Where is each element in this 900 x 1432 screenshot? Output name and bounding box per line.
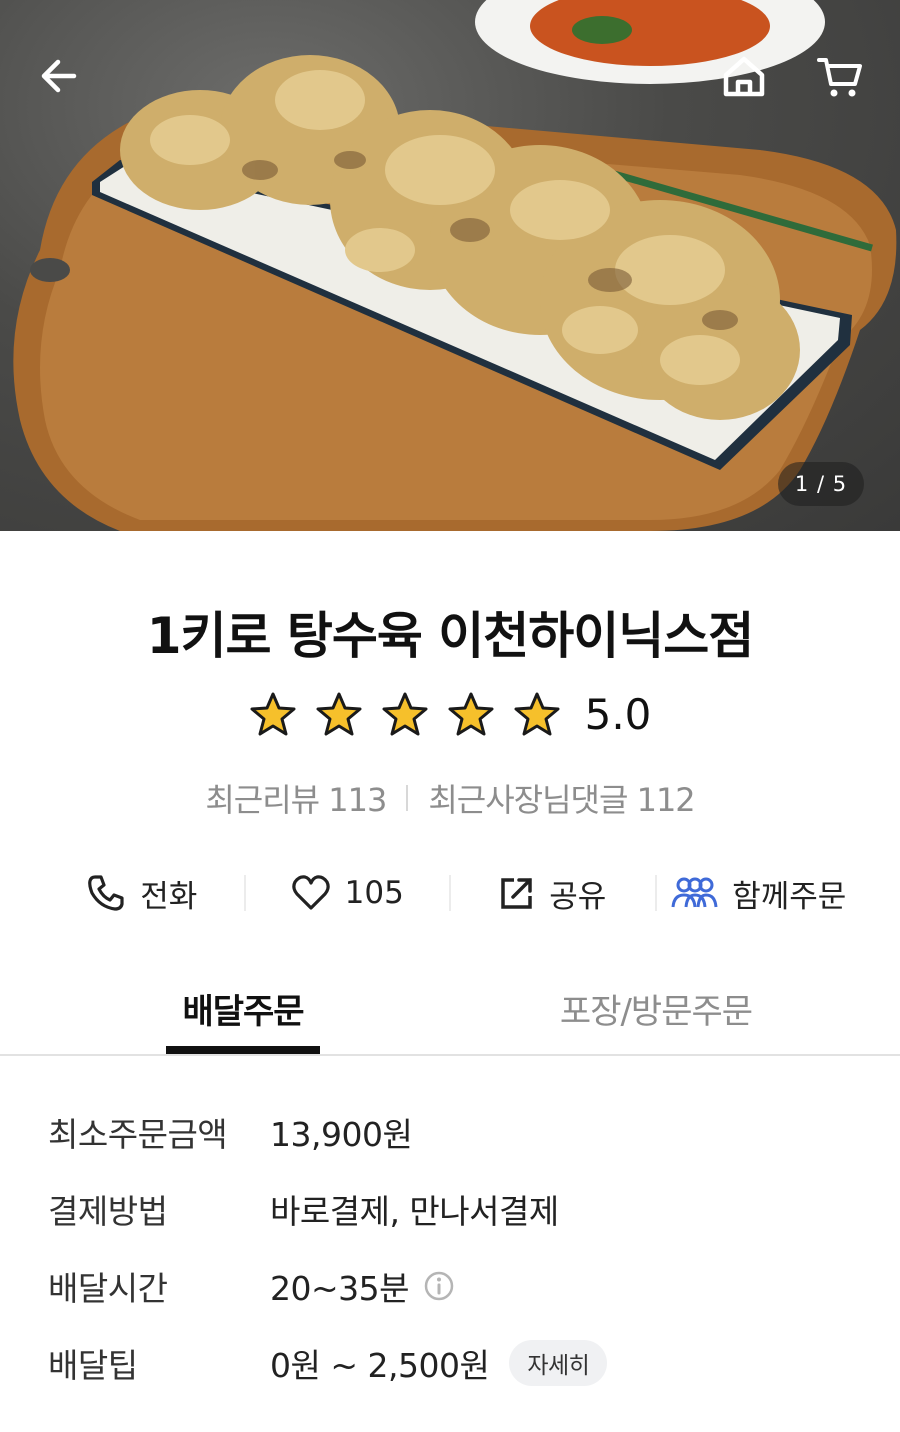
info-icon[interactable] (423, 1270, 455, 1302)
tab-delivery-order[interactable]: 배달주문 (166, 984, 320, 1033)
owner-comments-link[interactable]: 최근사장님댓글 112 (428, 775, 695, 821)
delivery-time-value: 20~35분 (270, 1269, 410, 1308)
star-icon (448, 692, 494, 735)
arrow-left-icon (41, 59, 77, 93)
group-order-label: 함께주문 (732, 878, 847, 915)
divider (406, 785, 409, 811)
delivery-time-label: 배달시간 (48, 1269, 168, 1308)
tab-pickup-order[interactable]: 포장/방문주문 (520, 984, 792, 1033)
min-order-value: 13,900원 (270, 1115, 413, 1154)
delivery-tip-label: 배달팁 (48, 1346, 138, 1385)
home-icon (723, 56, 765, 97)
payment-row: 결제방법 바로결제, 만나서결제 (48, 1185, 868, 1262)
order-type-tabs: 배달주문 포장/방문주문 (0, 976, 900, 1056)
phone-icon (88, 875, 124, 911)
like-count: 105 (344, 875, 404, 911)
star-icon (316, 692, 362, 735)
store-name: 1키로 탕수육 이천하이닉스점 (146, 607, 755, 665)
active-tab-indicator (166, 1046, 320, 1054)
share-button[interactable]: 공유 (451, 871, 655, 916)
star-rating (249, 691, 561, 739)
back-button[interactable] (32, 48, 88, 104)
hero-image-carousel[interactable]: 1 / 5 (0, 0, 900, 531)
rating-value: 5.0 (584, 690, 652, 739)
action-bar: 전화 105 공유 함께주문 (40, 860, 860, 926)
delivery-tip-detail-button[interactable]: 자세히 (509, 1340, 608, 1386)
delivery-info: 최소주문금액 13,900원 결제방법 바로결제, 만나서결제 배달시간 20~… (48, 1108, 868, 1416)
delivery-tip-row: 배달팁 0원 ~ 2,500원 자세히 (48, 1339, 868, 1416)
recent-reviews-link[interactable]: 최근리뷰 113 (205, 775, 387, 821)
group-order-button[interactable]: 함께주문 (657, 871, 861, 916)
call-label: 전화 (140, 878, 198, 915)
image-counter: 1 / 5 (778, 462, 864, 506)
share-icon (501, 878, 532, 909)
group-icon (671, 877, 718, 908)
call-button[interactable]: 전화 (40, 871, 244, 916)
star-icon (250, 692, 296, 735)
cart-button[interactable] (812, 48, 868, 104)
delivery-time-row: 배달시간 20~35분 (48, 1262, 868, 1339)
min-order-row: 최소주문금액 13,900원 (48, 1108, 868, 1185)
rating-row: 5.0 (0, 690, 900, 739)
heart-icon (291, 875, 330, 910)
cart-icon (817, 58, 862, 97)
review-summary: 최근리뷰 113 최근사장님댓글 112 (0, 775, 900, 821)
min-order-label: 최소주문금액 (48, 1115, 228, 1154)
payment-value: 바로결제, 만나서결제 (270, 1192, 559, 1231)
like-button[interactable]: 105 (246, 874, 450, 912)
payment-label: 결제방법 (48, 1192, 168, 1231)
delivery-tip-value: 0원 ~ 2,500원 (270, 1346, 490, 1385)
share-label: 공유 (549, 878, 607, 915)
home-button[interactable] (716, 48, 772, 104)
star-icon (382, 692, 428, 735)
star-icon (514, 692, 560, 735)
